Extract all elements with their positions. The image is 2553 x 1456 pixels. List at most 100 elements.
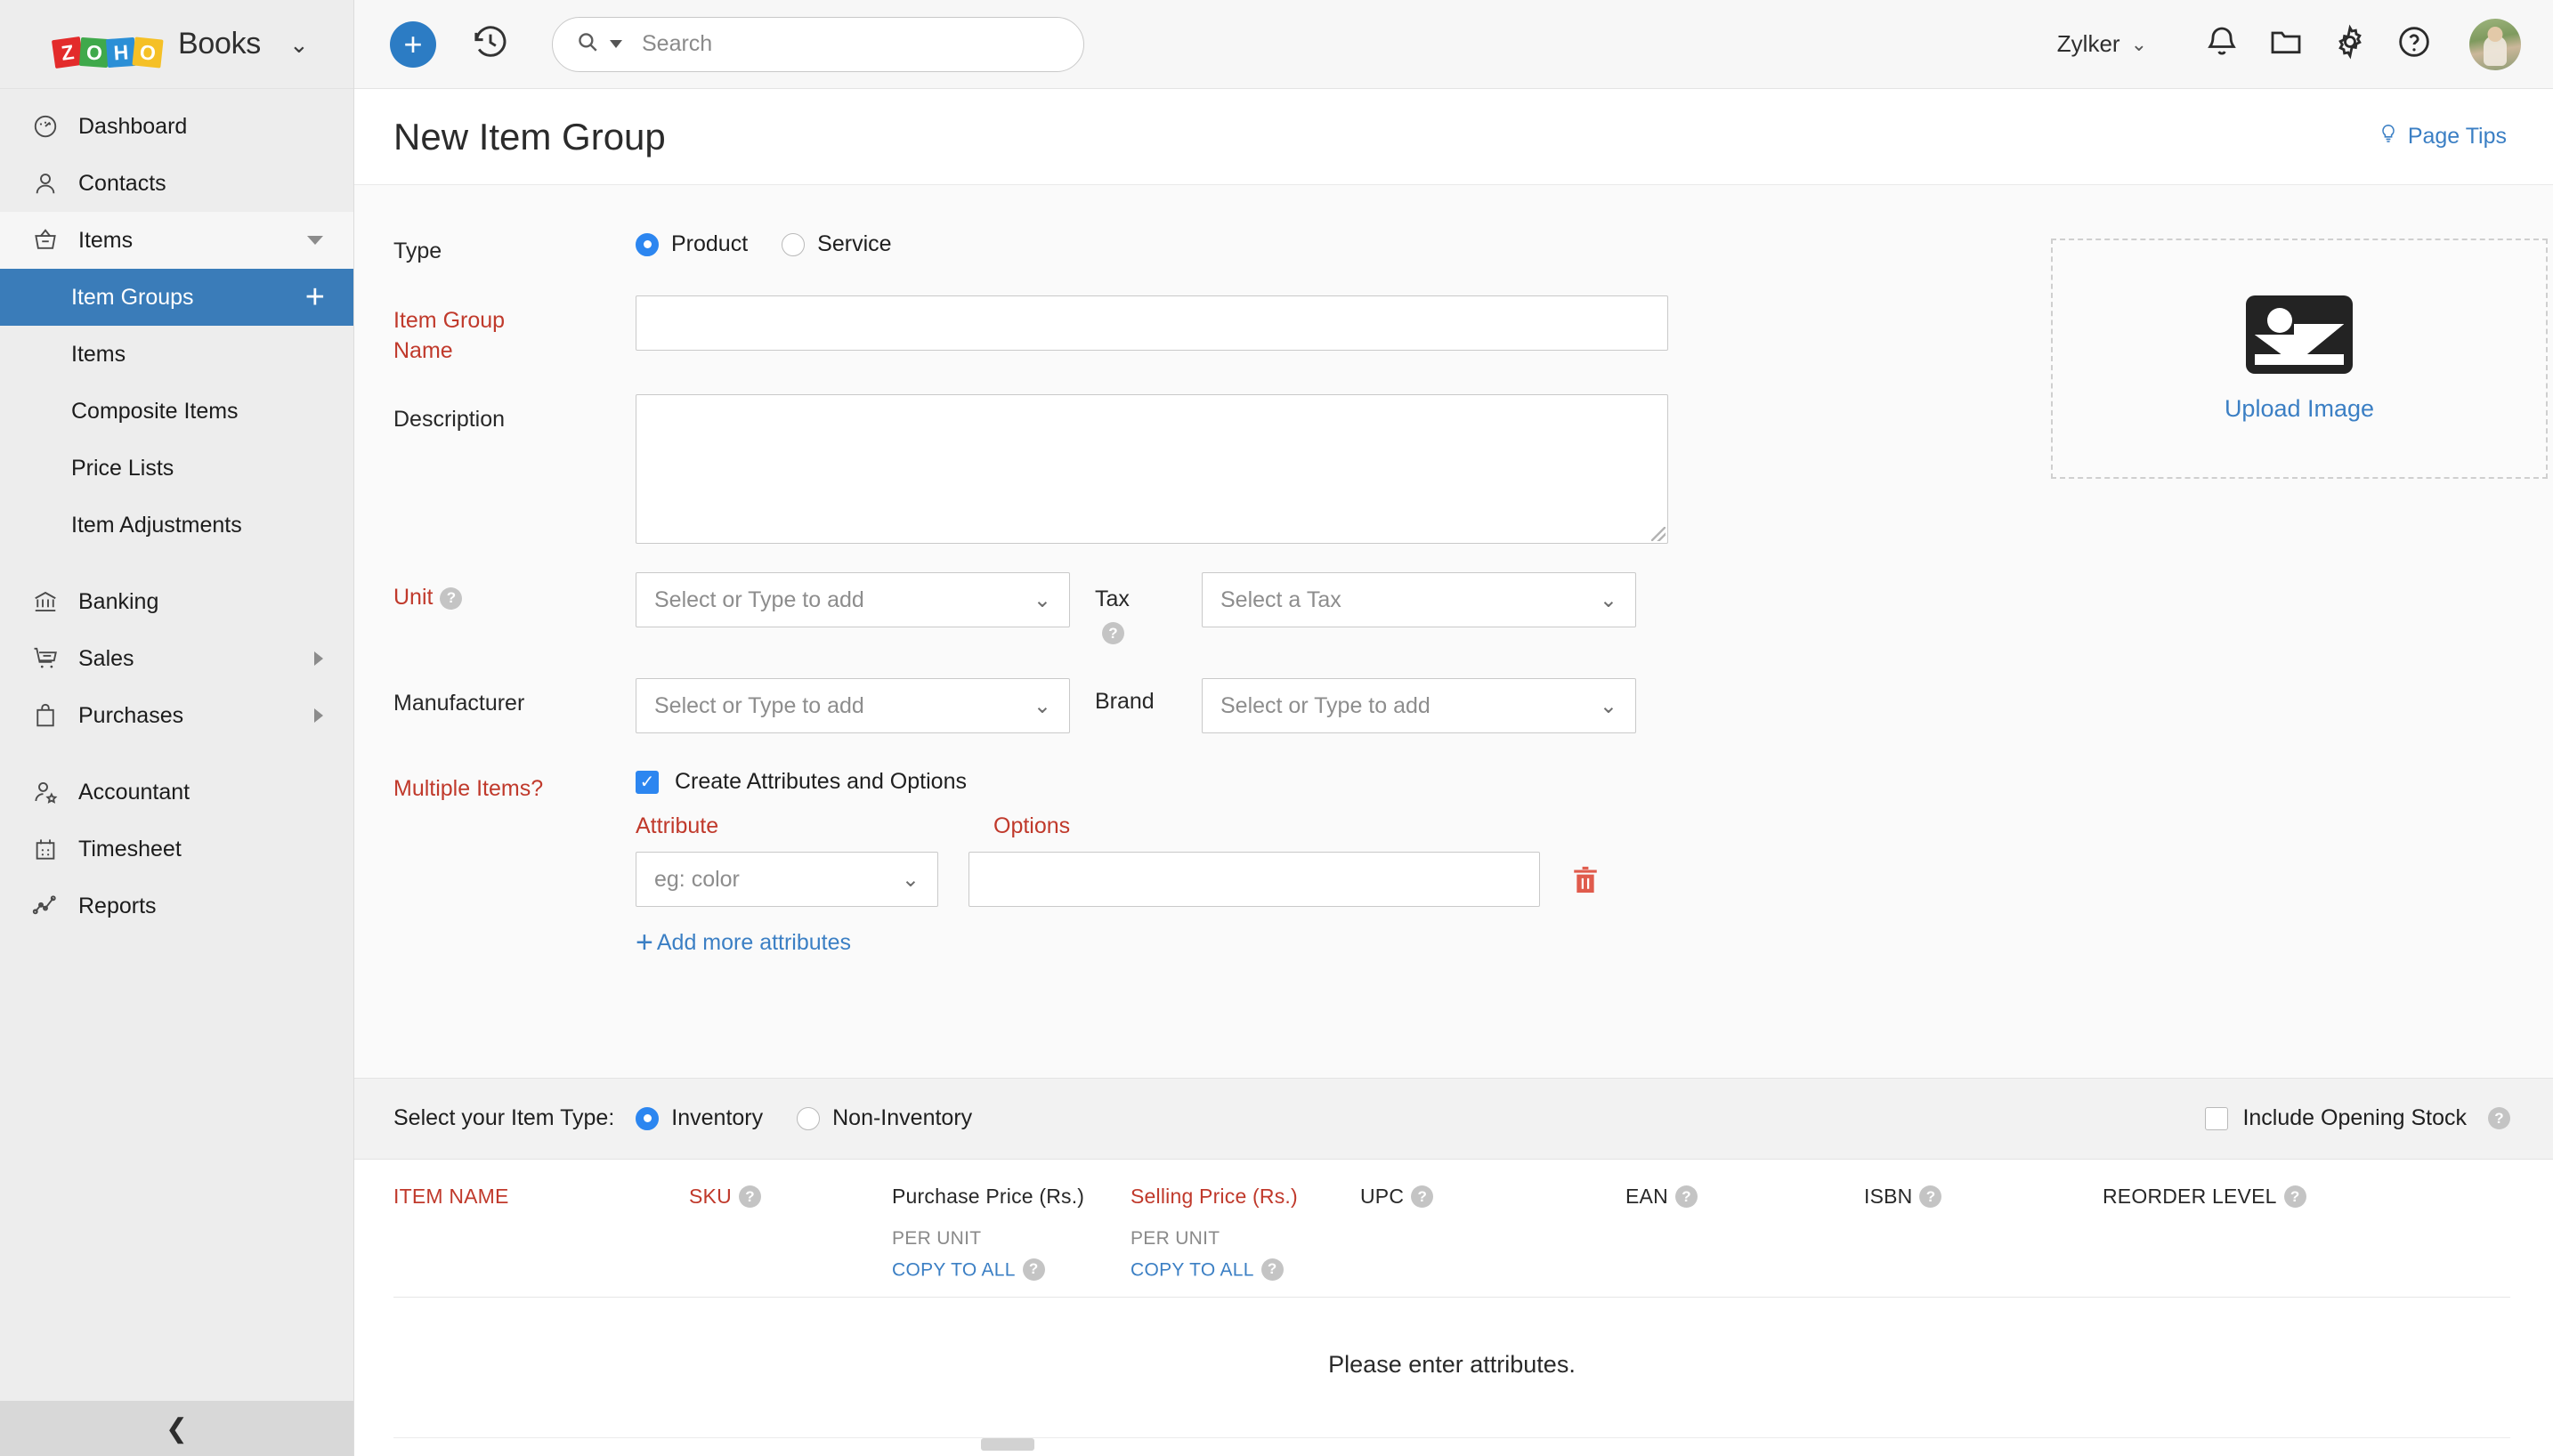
opening-stock-help-icon[interactable]: ? [2488,1107,2510,1129]
ean-help-icon[interactable]: ? [1675,1185,1698,1208]
column-label: ITEM NAME [393,1185,509,1208]
radio-label: Non-Inventory [832,1105,972,1131]
sidebar-item-items[interactable]: Items [0,212,353,269]
radio-product[interactable]: Product [636,231,748,257]
folder-icon [2268,24,2304,64]
zoho-logo-icon: Z O H O [53,22,162,67]
column-header-ean: EAN? [1625,1185,1864,1282]
radio-label: Service [817,231,891,257]
sidebar-collapse-button[interactable]: ❮ [0,1401,353,1456]
radio-service[interactable]: Service [782,231,891,257]
settings-button[interactable] [2318,12,2382,77]
radio-inventory[interactable]: Inventory [636,1105,763,1131]
sidebar-item-items-list[interactable]: Items [0,326,353,383]
type-label: Type [393,226,636,267]
sidebar-item-timesheet[interactable]: Timesheet [0,821,353,878]
top-bar: + Search Zylker ⌄ [354,0,2553,89]
user-avatar[interactable] [2469,19,2521,70]
nav-divider [0,744,353,764]
image-upload-column: Upload Image [2046,226,2553,956]
sidebar-item-price-lists[interactable]: Price Lists [0,440,353,497]
brand-logo[interactable]: Z O H O Books ⌄ [0,0,353,89]
chevron-right-icon[interactable] [314,651,323,666]
include-opening-stock-label: Include Opening Stock [2242,1105,2467,1131]
options-column-header: Options [993,813,1070,839]
chevron-down-icon: ⌄ [1600,587,1617,613]
description-textarea[interactable] [636,394,1668,544]
isbn-help-icon[interactable]: ? [1919,1185,1941,1208]
bag-icon [30,700,61,731]
upload-image-dropzone[interactable]: Upload Image [2051,239,2548,479]
radio-non-inventory[interactable]: Non-Inventory [797,1105,972,1131]
manufacturer-select[interactable]: Select or Type to add ⌄ [636,678,1070,733]
chevron-right-icon[interactable] [314,708,323,723]
create-attributes-checkbox-row[interactable]: Create Attributes and Options [636,764,967,795]
attribute-row: eg: color ⌄ [636,852,2046,907]
search-input[interactable]: Search [552,17,1084,72]
copy-to-all-selling-price[interactable]: COPY TO ALL? [1131,1258,1360,1282]
options-input[interactable] [969,852,1540,907]
form-top-section: Type Product Service [354,185,2553,956]
item-group-name-input[interactable] [636,295,1668,351]
attribute-select[interactable]: eg: color ⌄ [636,852,938,907]
column-header-item-name: ITEM NAME [393,1185,689,1282]
lightbulb-icon [2378,122,2399,151]
tax-select[interactable]: Select a Tax ⌄ [1202,572,1636,627]
copy-help-icon[interactable]: ? [1023,1258,1045,1281]
sidebar-item-sales[interactable]: Sales [0,630,353,687]
include-opening-stock-checkbox[interactable] [2205,1107,2228,1130]
unit-select[interactable]: Select or Type to add ⌄ [636,572,1070,627]
nav-divider [0,554,353,573]
attribute-column-header: Attribute [636,813,993,839]
reorder-level-help-icon[interactable]: ? [2284,1185,2306,1208]
copy-to-all-purchase-price[interactable]: COPY TO ALL? [892,1258,1131,1282]
image-placeholder-icon [2246,295,2353,374]
brand-select[interactable]: Select or Type to add ⌄ [1202,678,1636,733]
search-scope-chevron-down-icon[interactable] [610,40,622,48]
brand-product-name: Books [178,27,261,61]
plus-icon: + [403,28,422,61]
table-footer-placeholder [393,1438,2510,1456]
checkbox-checked-icon [636,771,659,794]
sidebar-item-reports[interactable]: Reports [0,878,353,934]
upc-help-icon[interactable]: ? [1411,1185,1433,1208]
sidebar: Z O H O Books ⌄ Dashboard Contacts [0,0,354,1456]
column-header-selling-price: Selling Price (Rs.) PER UNIT COPY TO ALL… [1131,1185,1360,1282]
unit-label-text: Unit [393,585,433,610]
notifications-button[interactable] [2190,12,2254,77]
trash-icon[interactable] [1570,862,1601,896]
column-label: UPC [1360,1185,1404,1208]
sidebar-item-banking[interactable]: Banking [0,573,353,630]
unit-help-icon[interactable]: ? [440,587,462,610]
chevron-down-icon[interactable] [307,236,323,245]
timesheet-icon [30,834,61,864]
sidebar-item-label: Dashboard [78,114,187,140]
column-sublabel: PER UNIT [892,1228,1131,1250]
table-empty-message: Please enter attributes. [393,1298,2510,1438]
sidebar-item-item-adjustments[interactable]: Item Adjustments [0,497,353,554]
item-type-radio-group: Inventory Non-Inventory [636,1105,988,1131]
quick-create-button[interactable]: + [390,21,436,68]
chevron-down-icon[interactable]: ⌄ [289,33,309,56]
recent-activity-button[interactable] [468,22,513,67]
sidebar-item-contacts[interactable]: Contacts [0,155,353,212]
documents-button[interactable] [2254,12,2318,77]
tax-help-icon[interactable]: ? [1102,622,1124,644]
sidebar-item-item-groups[interactable]: Item Groups + [0,269,353,326]
sidebar-item-dashboard[interactable]: Dashboard [0,98,353,155]
chevron-down-icon: ⌄ [1033,693,1051,719]
add-item-group-icon[interactable]: + [305,280,325,314]
sku-help-icon[interactable]: ? [739,1185,761,1208]
attributes-block: Attribute Options eg: color ⌄ [636,813,2046,956]
field-row-multiple-items: Multiple Items? Create Attributes and Op… [393,764,2046,805]
page-tips-link[interactable]: Page Tips [2378,122,2507,151]
copy-help-icon[interactable]: ? [1261,1258,1284,1281]
organization-switcher[interactable]: Zylker ⌄ [2057,30,2147,58]
sidebar-item-accountant[interactable]: Accountant [0,764,353,821]
help-button[interactable] [2382,12,2446,77]
add-more-attributes-link[interactable]: + Add more attributes [636,930,2046,956]
field-row-description: Description [393,394,2046,544]
sidebar-item-composite-items[interactable]: Composite Items [0,383,353,440]
sidebar-item-purchases[interactable]: Purchases [0,687,353,744]
accountant-icon [30,777,61,807]
